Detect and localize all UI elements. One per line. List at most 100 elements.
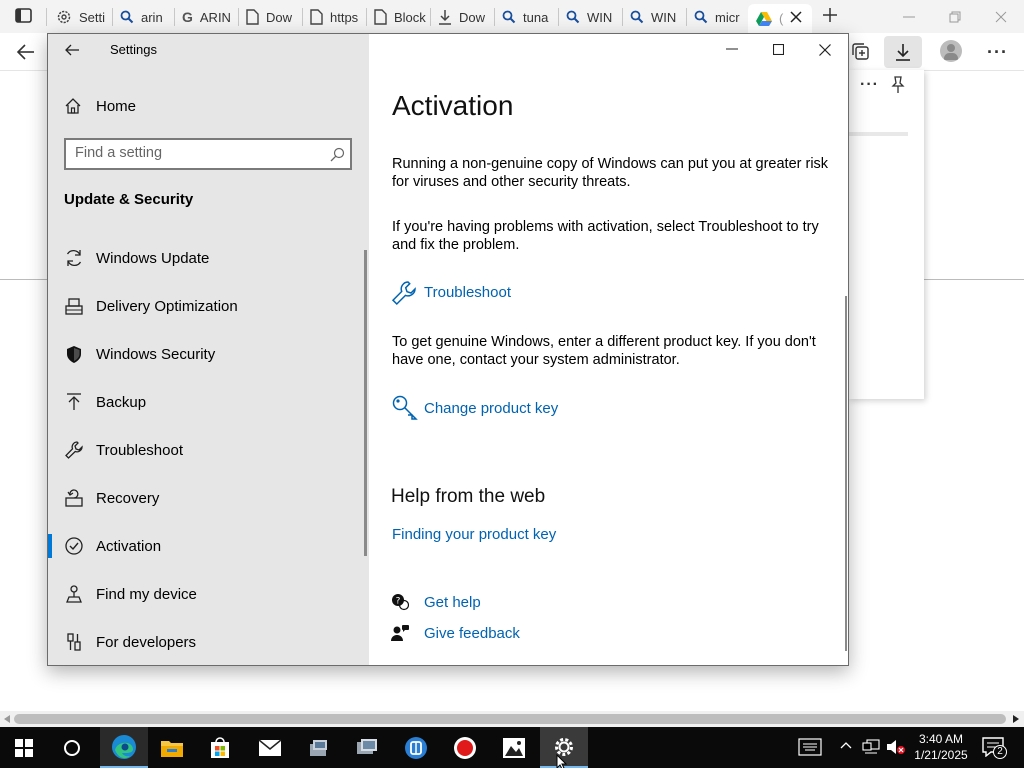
help-heading: Help from the web bbox=[391, 486, 546, 507]
change-product-key-label: Change product key bbox=[424, 400, 559, 417]
browser-tab[interactable]: Setti bbox=[48, 4, 112, 30]
scroll-right-arrow[interactable] bbox=[1013, 715, 1019, 723]
chevron-up-icon[interactable] bbox=[840, 741, 852, 749]
developer-icon bbox=[64, 632, 84, 652]
collections-icon[interactable] bbox=[850, 41, 870, 61]
search-icon bbox=[694, 10, 708, 24]
page-divider bbox=[0, 279, 47, 280]
edge-app-button[interactable] bbox=[100, 727, 148, 768]
clock-time: 3:40 AM bbox=[918, 732, 964, 746]
browser-tab[interactable]: WIN bbox=[558, 4, 622, 30]
maximize-button[interactable] bbox=[773, 44, 784, 55]
activation-icon bbox=[64, 536, 84, 556]
get-help-link[interactable]: ? Get help bbox=[391, 592, 511, 614]
sidebar-item-label: Windows Update bbox=[96, 249, 210, 267]
finding-product-key-link[interactable]: Finding your product key bbox=[392, 526, 556, 543]
browser-tab-strip: Setti arin G ARIN Dow https Block Dow tu… bbox=[0, 0, 1024, 33]
sidebar-item-for-developers[interactable]: For developers bbox=[48, 618, 369, 665]
shield-icon bbox=[64, 344, 84, 364]
close-button[interactable] bbox=[819, 44, 831, 56]
sidebar-item-backup[interactable]: Backup bbox=[48, 378, 369, 426]
change-product-key-link[interactable]: Change product key bbox=[391, 394, 561, 422]
browser-tab[interactable]: arin bbox=[112, 4, 174, 30]
troubleshoot-link[interactable]: Troubleshoot bbox=[391, 280, 521, 306]
app-button-blue[interactable] bbox=[392, 727, 440, 768]
browser-tab-active[interactable]: ( bbox=[748, 4, 812, 33]
browser-tab[interactable]: tuna bbox=[494, 4, 558, 30]
page-horizontal-scrollbar[interactable] bbox=[0, 711, 1024, 727]
scroll-left-arrow[interactable] bbox=[4, 715, 10, 723]
browser-tab[interactable]: Block bbox=[366, 4, 430, 30]
sidebar-item-troubleshoot[interactable]: Troubleshoot bbox=[48, 426, 369, 474]
sidebar-item-windows-update[interactable]: Windows Update bbox=[48, 234, 369, 282]
sidebar-item-windows-security[interactable]: Windows Security bbox=[48, 330, 369, 378]
start-button[interactable] bbox=[0, 727, 48, 768]
give-feedback-link[interactable]: Give feedback bbox=[391, 623, 531, 645]
wrench-icon bbox=[64, 440, 84, 460]
home-icon bbox=[64, 97, 82, 115]
content-scrollbar[interactable] bbox=[845, 296, 847, 651]
recorder-button[interactable] bbox=[441, 727, 489, 768]
sidebar-item-label: Troubleshoot bbox=[96, 441, 183, 459]
home-nav[interactable]: Home bbox=[64, 96, 264, 118]
find-device-icon bbox=[64, 584, 84, 604]
edge-icon bbox=[111, 734, 137, 760]
sidebar-item-recovery[interactable]: Recovery bbox=[48, 474, 369, 522]
action-center-button[interactable]: 2 bbox=[982, 737, 1012, 761]
browser-tab[interactable]: Dow bbox=[238, 4, 302, 30]
tab-actions-icon[interactable] bbox=[14, 7, 34, 25]
selection-indicator bbox=[48, 534, 52, 558]
browser-tab[interactable]: https bbox=[302, 4, 366, 30]
tab-title: Dow bbox=[459, 9, 486, 25]
recovery-icon bbox=[64, 488, 84, 508]
network-tray-icon[interactable] bbox=[862, 739, 880, 755]
new-tab-icon[interactable] bbox=[822, 7, 838, 23]
mail-button[interactable] bbox=[246, 727, 294, 768]
app-button-remote[interactable] bbox=[343, 727, 391, 768]
search-icon bbox=[566, 10, 580, 24]
search-icon bbox=[630, 10, 644, 24]
more-options-icon[interactable]: ··· bbox=[987, 42, 1008, 63]
cortana-button[interactable] bbox=[48, 727, 96, 768]
sidebar-item-find-my-device[interactable]: Find my device bbox=[48, 570, 369, 618]
notification-count-badge: 2 bbox=[993, 745, 1007, 759]
sidebar-item-delivery-optimization[interactable]: Delivery Optimization bbox=[48, 282, 369, 330]
page-side-panel: ··· bbox=[848, 70, 924, 399]
photos-button[interactable] bbox=[490, 727, 538, 768]
sidebar-item-label: Activation bbox=[96, 537, 162, 555]
settings-content: Activation Running a non-genuine copy of… bbox=[369, 34, 848, 665]
scroll-thumb[interactable] bbox=[14, 714, 1006, 724]
store-button[interactable] bbox=[196, 727, 244, 768]
sidebar-scrollbar[interactable] bbox=[364, 250, 367, 556]
clock[interactable]: 3:40 AM 1/21/2025 bbox=[906, 731, 976, 763]
panel-more-icon[interactable]: ··· bbox=[860, 76, 879, 94]
sidebar-item-label: For developers bbox=[96, 633, 197, 651]
back-icon[interactable] bbox=[16, 43, 36, 61]
browser-minimize-button[interactable] bbox=[886, 0, 932, 33]
downloads-button[interactable] bbox=[884, 36, 922, 68]
troubleshoot-link-label: Troubleshoot bbox=[424, 284, 511, 301]
pin-icon[interactable] bbox=[890, 76, 906, 94]
keyboard-tray-icon[interactable] bbox=[798, 738, 822, 756]
browser-tab[interactable]: G ARIN bbox=[174, 4, 238, 30]
minimize-button[interactable] bbox=[726, 48, 738, 50]
browser-tab[interactable]: WIN bbox=[622, 4, 686, 30]
volume-muted-icon[interactable] bbox=[886, 739, 906, 755]
browser-restore-button[interactable] bbox=[932, 0, 978, 33]
folder-icon bbox=[160, 738, 184, 758]
sidebar-item-activation[interactable]: Activation bbox=[48, 522, 369, 570]
search-field[interactable]: Find a setting bbox=[64, 138, 352, 170]
app-button-network[interactable] bbox=[295, 727, 343, 768]
tab-title: Block bbox=[394, 9, 426, 25]
close-tab-icon[interactable] bbox=[790, 11, 802, 23]
file-explorer-button[interactable] bbox=[148, 727, 196, 768]
back-icon[interactable] bbox=[64, 42, 80, 58]
browser-tab[interactable]: Dow bbox=[430, 4, 494, 30]
profile-avatar[interactable] bbox=[940, 40, 962, 62]
tab-title: arin bbox=[141, 9, 163, 25]
remote-app-icon bbox=[355, 736, 379, 760]
browser-tab[interactable]: micr bbox=[686, 4, 746, 30]
browser-close-button[interactable] bbox=[978, 0, 1024, 33]
record-icon bbox=[453, 736, 477, 760]
sidebar-item-label: Backup bbox=[96, 393, 147, 411]
